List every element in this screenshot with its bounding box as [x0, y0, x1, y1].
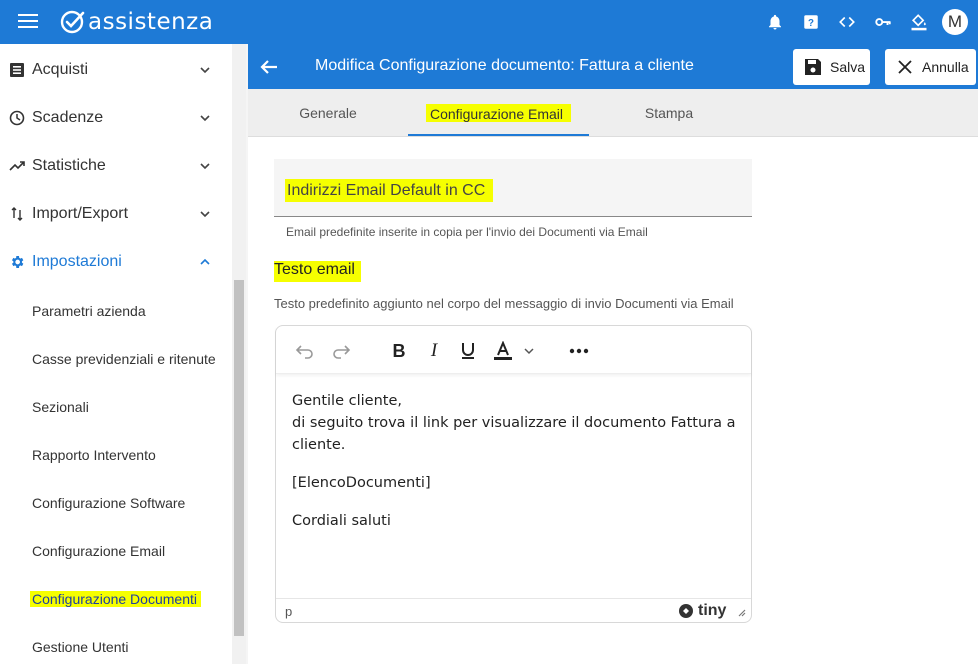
save-label: Salva — [830, 59, 866, 75]
key-icon[interactable] — [872, 11, 894, 33]
code-icon[interactable] — [836, 11, 858, 33]
tiny-brand-text: tiny — [698, 602, 727, 619]
tab-label: Configurazione Email — [425, 104, 572, 122]
sidebar-subitem-configurazione-documenti[interactable]: Configurazione Documenti — [30, 591, 201, 607]
page-header: Modifica Configurazione documento: Fattu… — [248, 44, 978, 89]
top-app-bar: assistenza ? M — [0, 0, 978, 44]
editor-line: di seguito trova il link per visualizzar… — [292, 415, 736, 453]
sidebar-item-import-export[interactable]: Import/Export — [0, 190, 232, 238]
tab-generale[interactable]: Generale — [248, 89, 408, 137]
editor-content[interactable]: Gentile cliente, di seguito trova il link… — [292, 390, 737, 548]
sidebar-scrollbar[interactable] — [232, 44, 246, 664]
chevron-up-icon — [200, 258, 210, 265]
tab-label: Generale — [299, 105, 357, 121]
rich-text-editor[interactable]: B I Gentile cliente, di seguito trova il … — [275, 325, 752, 623]
sidebar-item-label: Impostazioni — [32, 253, 122, 270]
sidebar-subitem-parametri-azienda[interactable]: Parametri azienda — [32, 303, 146, 319]
text-color-icon[interactable] — [492, 340, 514, 362]
trending-icon — [9, 158, 25, 174]
chevron-down-icon[interactable] — [518, 340, 540, 362]
save-button[interactable]: Salva — [793, 49, 870, 85]
paint-bucket-icon[interactable] — [908, 11, 930, 33]
editor-statusbar: p tiny — [276, 598, 751, 623]
chevron-down-icon — [200, 115, 210, 122]
sidebar-subitem-gestione-utenti[interactable]: Gestione Utenti — [32, 639, 129, 655]
form-content: Indirizzi Email Default in CC Email pred… — [248, 137, 978, 664]
cc-email-help: Email predefinite inserite in copia per … — [286, 225, 648, 239]
swap-icon — [9, 206, 25, 222]
sidebar-subitem-casse-previdenziali[interactable]: Casse previdenziali e ritenute — [32, 351, 216, 367]
sidebar-item-label: Import/Export — [32, 205, 129, 222]
gear-icon — [9, 254, 25, 270]
cc-email-label: Indirizzi Email Default in CC — [285, 179, 494, 202]
app-name: assistenza — [88, 9, 214, 35]
clock-icon — [9, 110, 25, 126]
sidebar-item-impostazioni[interactable]: Impostazioni — [0, 238, 232, 286]
sidebar-item-statistiche[interactable]: Statistiche — [0, 142, 232, 190]
tiny-logo[interactable]: tiny — [678, 602, 726, 620]
help-icon[interactable]: ? — [800, 11, 822, 33]
sidebar-item-scadenze[interactable]: Scadenze — [0, 94, 232, 142]
user-avatar[interactable]: M — [942, 9, 968, 35]
testo-email-help: Testo predefinito aggiunto nel corpo del… — [274, 296, 734, 311]
logo-check-icon — [60, 10, 85, 34]
tab-configurazione-email[interactable]: Configurazione Email — [408, 89, 589, 137]
tab-stampa[interactable]: Stampa — [589, 89, 749, 137]
editor-line: Gentile cliente, — [292, 393, 402, 409]
page-title: Modifica Configurazione documento: Fattu… — [315, 57, 694, 74]
cancel-label: Annulla — [922, 59, 969, 75]
testo-email-label: Testo email — [274, 261, 361, 282]
cancel-button[interactable]: Annulla — [885, 49, 976, 85]
chevron-down-icon — [200, 67, 210, 74]
close-icon — [894, 56, 916, 78]
sidebar-subitem-configurazione-email[interactable]: Configurazione Email — [32, 543, 165, 559]
element-path[interactable]: p — [285, 604, 292, 619]
undo-icon[interactable] — [294, 340, 316, 362]
editor-line: [ElencoDocumenti] — [292, 475, 431, 491]
active-tab-indicator — [408, 134, 589, 136]
sidebar-item-acquisti[interactable]: Acquisti — [0, 46, 232, 94]
more-icon[interactable] — [568, 340, 590, 362]
sidebar-item-label: Statistiche — [32, 157, 106, 174]
scrollbar-thumb[interactable] — [234, 280, 244, 636]
sidebar: Acquisti Scadenze Statistiche Import/Exp… — [0, 44, 232, 664]
chevron-down-icon — [200, 163, 210, 170]
menu-icon[interactable] — [18, 14, 38, 28]
floppy-icon — [802, 56, 824, 78]
italic-icon[interactable]: I — [423, 340, 445, 362]
resize-handle-icon[interactable] — [736, 607, 746, 617]
back-arrow-icon[interactable] — [258, 56, 280, 78]
sidebar-subitem-sezionali[interactable]: Sezionali — [32, 399, 89, 415]
svg-text:?: ? — [808, 18, 814, 29]
chevron-down-icon — [200, 211, 210, 218]
list-icon — [9, 62, 25, 78]
editor-toolbar: B I — [276, 326, 751, 374]
tab-label: Stampa — [644, 105, 694, 121]
cc-email-field[interactable]: Indirizzi Email Default in CC — [274, 159, 752, 217]
sidebar-item-label: Acquisti — [32, 61, 89, 78]
editor-line: Cordiali saluti — [292, 513, 391, 529]
sidebar-item-label: Scadenze — [32, 109, 104, 126]
bell-icon[interactable] — [764, 11, 786, 33]
sidebar-subitem-rapporto-intervento[interactable]: Rapporto Intervento — [32, 447, 156, 463]
app-logo[interactable]: assistenza — [60, 8, 213, 36]
sidebar-subitem-configurazione-software[interactable]: Configurazione Software — [32, 495, 185, 511]
redo-icon[interactable] — [330, 340, 352, 362]
underline-icon[interactable] — [457, 340, 479, 362]
bold-icon[interactable]: B — [388, 340, 410, 362]
tab-bar: Generale Configurazione Email Stampa — [248, 89, 978, 137]
